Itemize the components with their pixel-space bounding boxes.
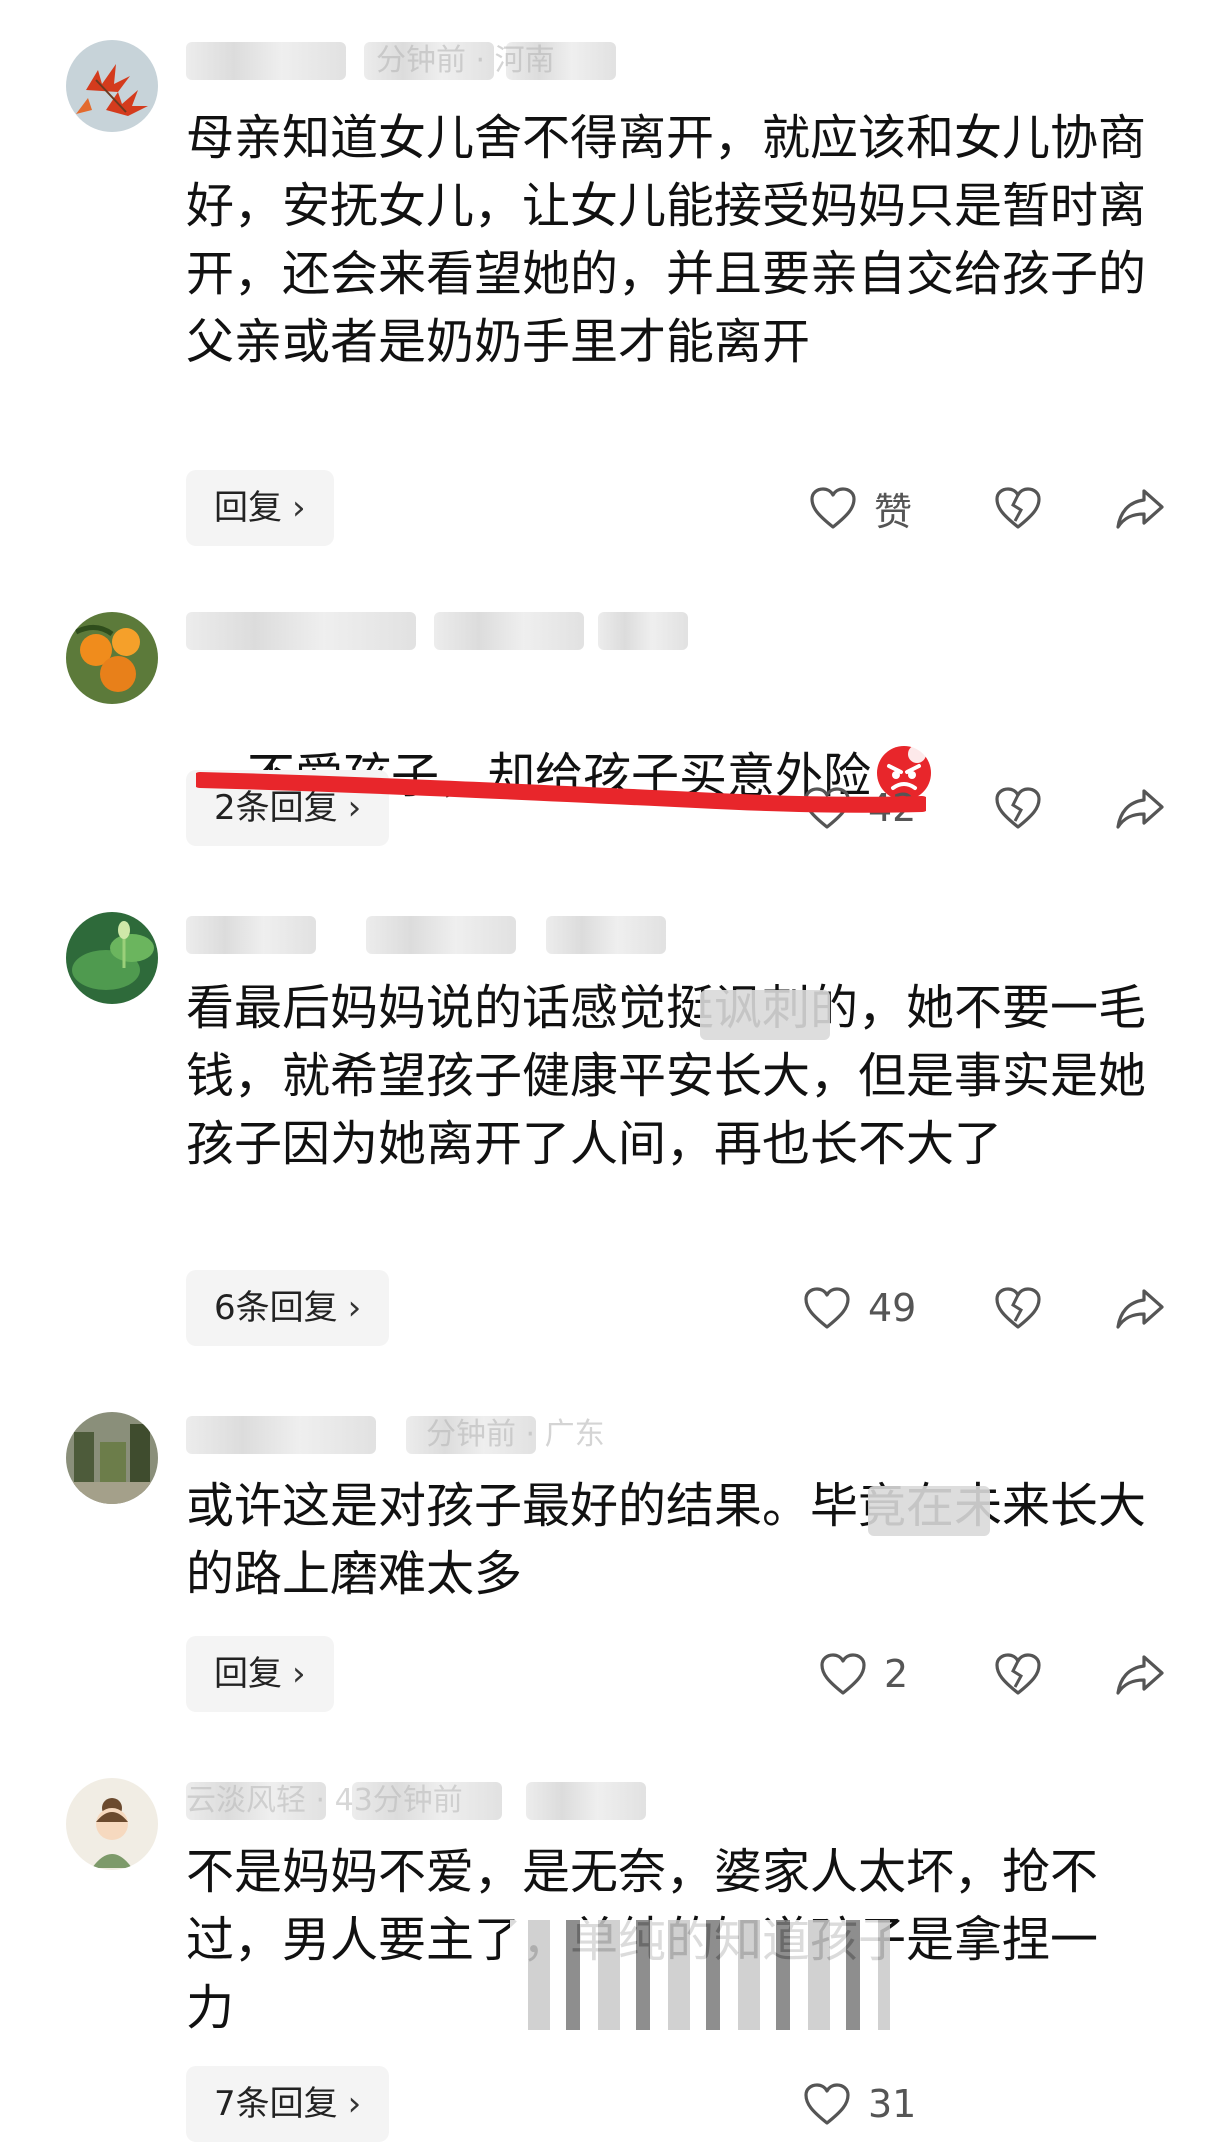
- redaction-blur: [510, 1920, 890, 2030]
- reply-label: 6条回复: [214, 1288, 338, 1328]
- comment-meta-blurred: [186, 612, 706, 650]
- like-count: 42: [868, 786, 917, 830]
- comment-meta-text: 云淡风轻 · 43分钟前: [186, 1783, 463, 1818]
- reply-button[interactable]: 回复 ›: [186, 470, 334, 546]
- like-button[interactable]: 2: [818, 1636, 908, 1712]
- reply-label: 7条回复: [214, 2084, 338, 2124]
- dislike-button[interactable]: [990, 1280, 1046, 1336]
- broken-heart-icon: [995, 1653, 1041, 1695]
- heart-icon: [810, 487, 856, 529]
- share-button[interactable]: [1112, 780, 1168, 836]
- heart-icon: [804, 1287, 850, 1329]
- comment-text: 或许这是对孩子最好的结果。毕竟在未来长大的路上磨难太多: [186, 1478, 1147, 1602]
- redaction-blur: [700, 990, 830, 1040]
- chevron-right-icon: ›: [292, 1654, 306, 1694]
- like-button[interactable]: 42: [802, 770, 916, 846]
- like-count: 赞: [874, 489, 913, 534]
- avatar[interactable]: [66, 40, 158, 132]
- reply-label: 回复: [214, 1654, 282, 1694]
- broken-heart-icon: [995, 487, 1041, 529]
- chevron-right-icon: ›: [292, 488, 306, 528]
- share-button[interactable]: [1112, 1646, 1168, 1702]
- dislike-button[interactable]: [990, 1646, 1046, 1702]
- dislike-button[interactable]: [990, 480, 1046, 536]
- heart-icon: [804, 787, 850, 829]
- avatar[interactable]: [66, 1778, 158, 1870]
- heart-icon: [804, 2083, 850, 2125]
- broken-heart-icon: [995, 787, 1041, 829]
- like-count: 49: [868, 1286, 917, 1330]
- share-button[interactable]: [1112, 480, 1168, 536]
- reply-label: 回复: [214, 488, 282, 528]
- broken-heart-icon: [995, 1287, 1041, 1329]
- share-icon: [1116, 789, 1164, 829]
- like-button[interactable]: 赞: [808, 470, 912, 546]
- reply-button[interactable]: 2条回复 ›: [186, 770, 390, 846]
- avatar[interactable]: [66, 612, 158, 704]
- comment-meta-text: 分钟前 · 广东: [426, 1417, 605, 1452]
- comment-meta-blurred: 分钟前 · 广东: [186, 1416, 706, 1454]
- dislike-button[interactable]: [990, 780, 1046, 836]
- comment-text: 母亲知道女儿舍不得离开，就应该和女儿协商好，安抚女儿，让女儿能接受妈妈只是暂时离…: [186, 110, 1147, 370]
- heart-icon: [820, 1653, 866, 1695]
- reply-label: 2条回复: [214, 788, 338, 828]
- comment-meta-blurred: [186, 916, 706, 954]
- avatar[interactable]: [66, 912, 158, 1004]
- chevron-right-icon: ›: [347, 2084, 362, 2124]
- like-count: 2: [884, 1652, 909, 1696]
- reply-button[interactable]: 回复 ›: [186, 1636, 334, 1712]
- share-button[interactable]: [1112, 1280, 1168, 1336]
- share-icon: [1116, 1655, 1164, 1695]
- like-button[interactable]: 49: [802, 1270, 916, 1346]
- like-count: 31: [868, 2082, 917, 2126]
- share-icon: [1116, 1289, 1164, 1329]
- share-icon: [1116, 489, 1164, 529]
- like-button[interactable]: 31: [802, 2066, 916, 2142]
- comment-meta-text: 分钟前 · 河南: [376, 43, 555, 78]
- comment-text: 看最后妈妈说的话感觉挺讽刺的，她不要一毛钱，就希望孩子健康平安长大，但是事实是她…: [186, 980, 1147, 1172]
- chevron-right-icon: ›: [347, 788, 362, 828]
- reply-button[interactable]: 6条回复 ›: [186, 1270, 390, 1346]
- redaction-blur: [868, 1486, 990, 1536]
- avatar[interactable]: [66, 1412, 158, 1504]
- chevron-right-icon: ›: [347, 1288, 362, 1328]
- comment-meta-blurred: 云淡风轻 · 43分钟前: [186, 1782, 706, 1820]
- reply-button[interactable]: 7条回复 ›: [186, 2066, 390, 2142]
- comment-meta-blurred: 分钟前 · 河南: [186, 42, 706, 80]
